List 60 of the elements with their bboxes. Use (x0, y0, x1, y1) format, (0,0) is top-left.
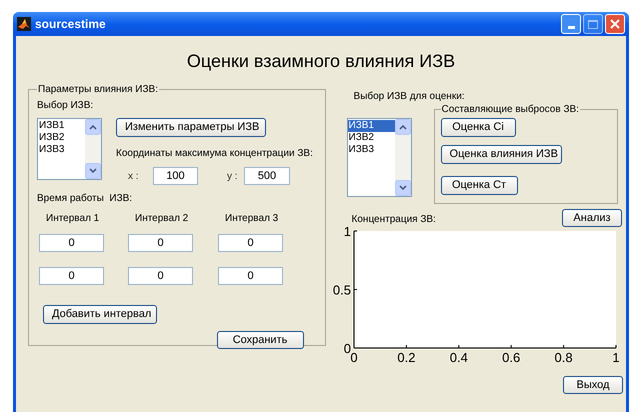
interval-label: Интервал 3 (225, 212, 280, 226)
field-label: Выбор ИЗВ: (37, 99, 94, 113)
x-tick-label: 0.2 (396, 350, 415, 365)
panel-title: Составляющие выбросов ЗВ: (440, 103, 580, 117)
interval-label: Интервал 2 (135, 212, 190, 226)
y-tick-label: 0.5 (332, 282, 351, 298)
estimate-button[interactable]: Оценка Ст (440, 176, 518, 195)
scroll-up-icon[interactable] (85, 119, 101, 135)
list-item[interactable]: ИЗВ1 (348, 120, 395, 132)
minimize-button[interactable] (561, 14, 581, 34)
maximize-icon (588, 20, 598, 28)
scroll-down-icon[interactable] (85, 163, 101, 179)
field-label: Координаты максимума концентрации ЗВ: (116, 147, 313, 161)
scrollbar[interactable] (85, 119, 101, 179)
chart-title: Концентрация ЗВ: (352, 213, 436, 227)
interval-label: Интервал 1 (46, 212, 100, 226)
window-title: sourcestime (35, 16, 106, 33)
close-button[interactable] (605, 14, 625, 34)
maximize-button[interactable] (583, 14, 603, 34)
x-tick-label: 1 (612, 350, 620, 365)
field-label: Выбор ИЗВ для оценки: (354, 90, 466, 104)
field-label: y : (227, 170, 239, 184)
estimate-button[interactable]: Оценка Ci (440, 118, 516, 137)
number-field[interactable]: 0 (39, 234, 104, 252)
y-tick-label: 1 (343, 227, 351, 239)
add-interval-button[interactable]: Добавить интервал (43, 305, 157, 324)
y-tick-label: 0 (343, 341, 351, 356)
number-field[interactable]: 0 (218, 267, 283, 285)
change-parameters-button[interactable]: Изменить параметры ИЗВ (116, 118, 266, 137)
field-label: x : (128, 170, 140, 184)
x-tick-label: 0.8 (554, 350, 572, 365)
minimize-icon (568, 26, 574, 29)
number-field[interactable]: 0 (218, 234, 283, 252)
number-field[interactable]: 0 (128, 234, 193, 252)
list-item[interactable]: ИЗВ1 (38, 120, 85, 132)
analyze-button[interactable]: Анализ (562, 209, 622, 227)
list-box[interactable]: ИЗВ1 ИЗВ2 ИЗВ3 (346, 118, 412, 197)
x-tick-label: 0 (350, 350, 358, 365)
scrollbar[interactable] (394, 119, 411, 196)
number-field[interactable]: 100 (153, 167, 198, 185)
list-box[interactable]: ИЗВ1 ИЗВ2 ИЗВ3 (37, 118, 102, 180)
close-icon (610, 19, 620, 29)
app-logo-icon (17, 17, 31, 31)
scroll-up-icon[interactable] (394, 119, 411, 135)
x-tick-label: 0.6 (502, 350, 520, 365)
exit-button[interactable]: Выход (563, 376, 623, 394)
list-item[interactable]: ИЗВ2 (38, 132, 85, 144)
field-label: Время работы ИЗВ: (37, 192, 134, 206)
number-field[interactable]: 500 (244, 167, 290, 185)
save-button[interactable]: Сохранить (216, 331, 304, 349)
estimate-button[interactable]: Оценка влияния ИЗВ (440, 145, 562, 164)
scroll-down-icon[interactable] (394, 180, 411, 196)
number-field[interactable]: 0 (39, 267, 104, 285)
x-tick-label: 0.4 (449, 350, 468, 365)
list-item[interactable]: ИЗВ3 (38, 144, 85, 156)
list-item[interactable]: ИЗВ2 (348, 132, 395, 144)
panel-title: Параметры влияния ИЗВ: (37, 83, 159, 97)
list-item[interactable]: ИЗВ3 (348, 144, 395, 156)
number-field[interactable]: 0 (128, 267, 193, 285)
heading: Оценки взаимного влияния ИЗВ (186, 50, 456, 73)
